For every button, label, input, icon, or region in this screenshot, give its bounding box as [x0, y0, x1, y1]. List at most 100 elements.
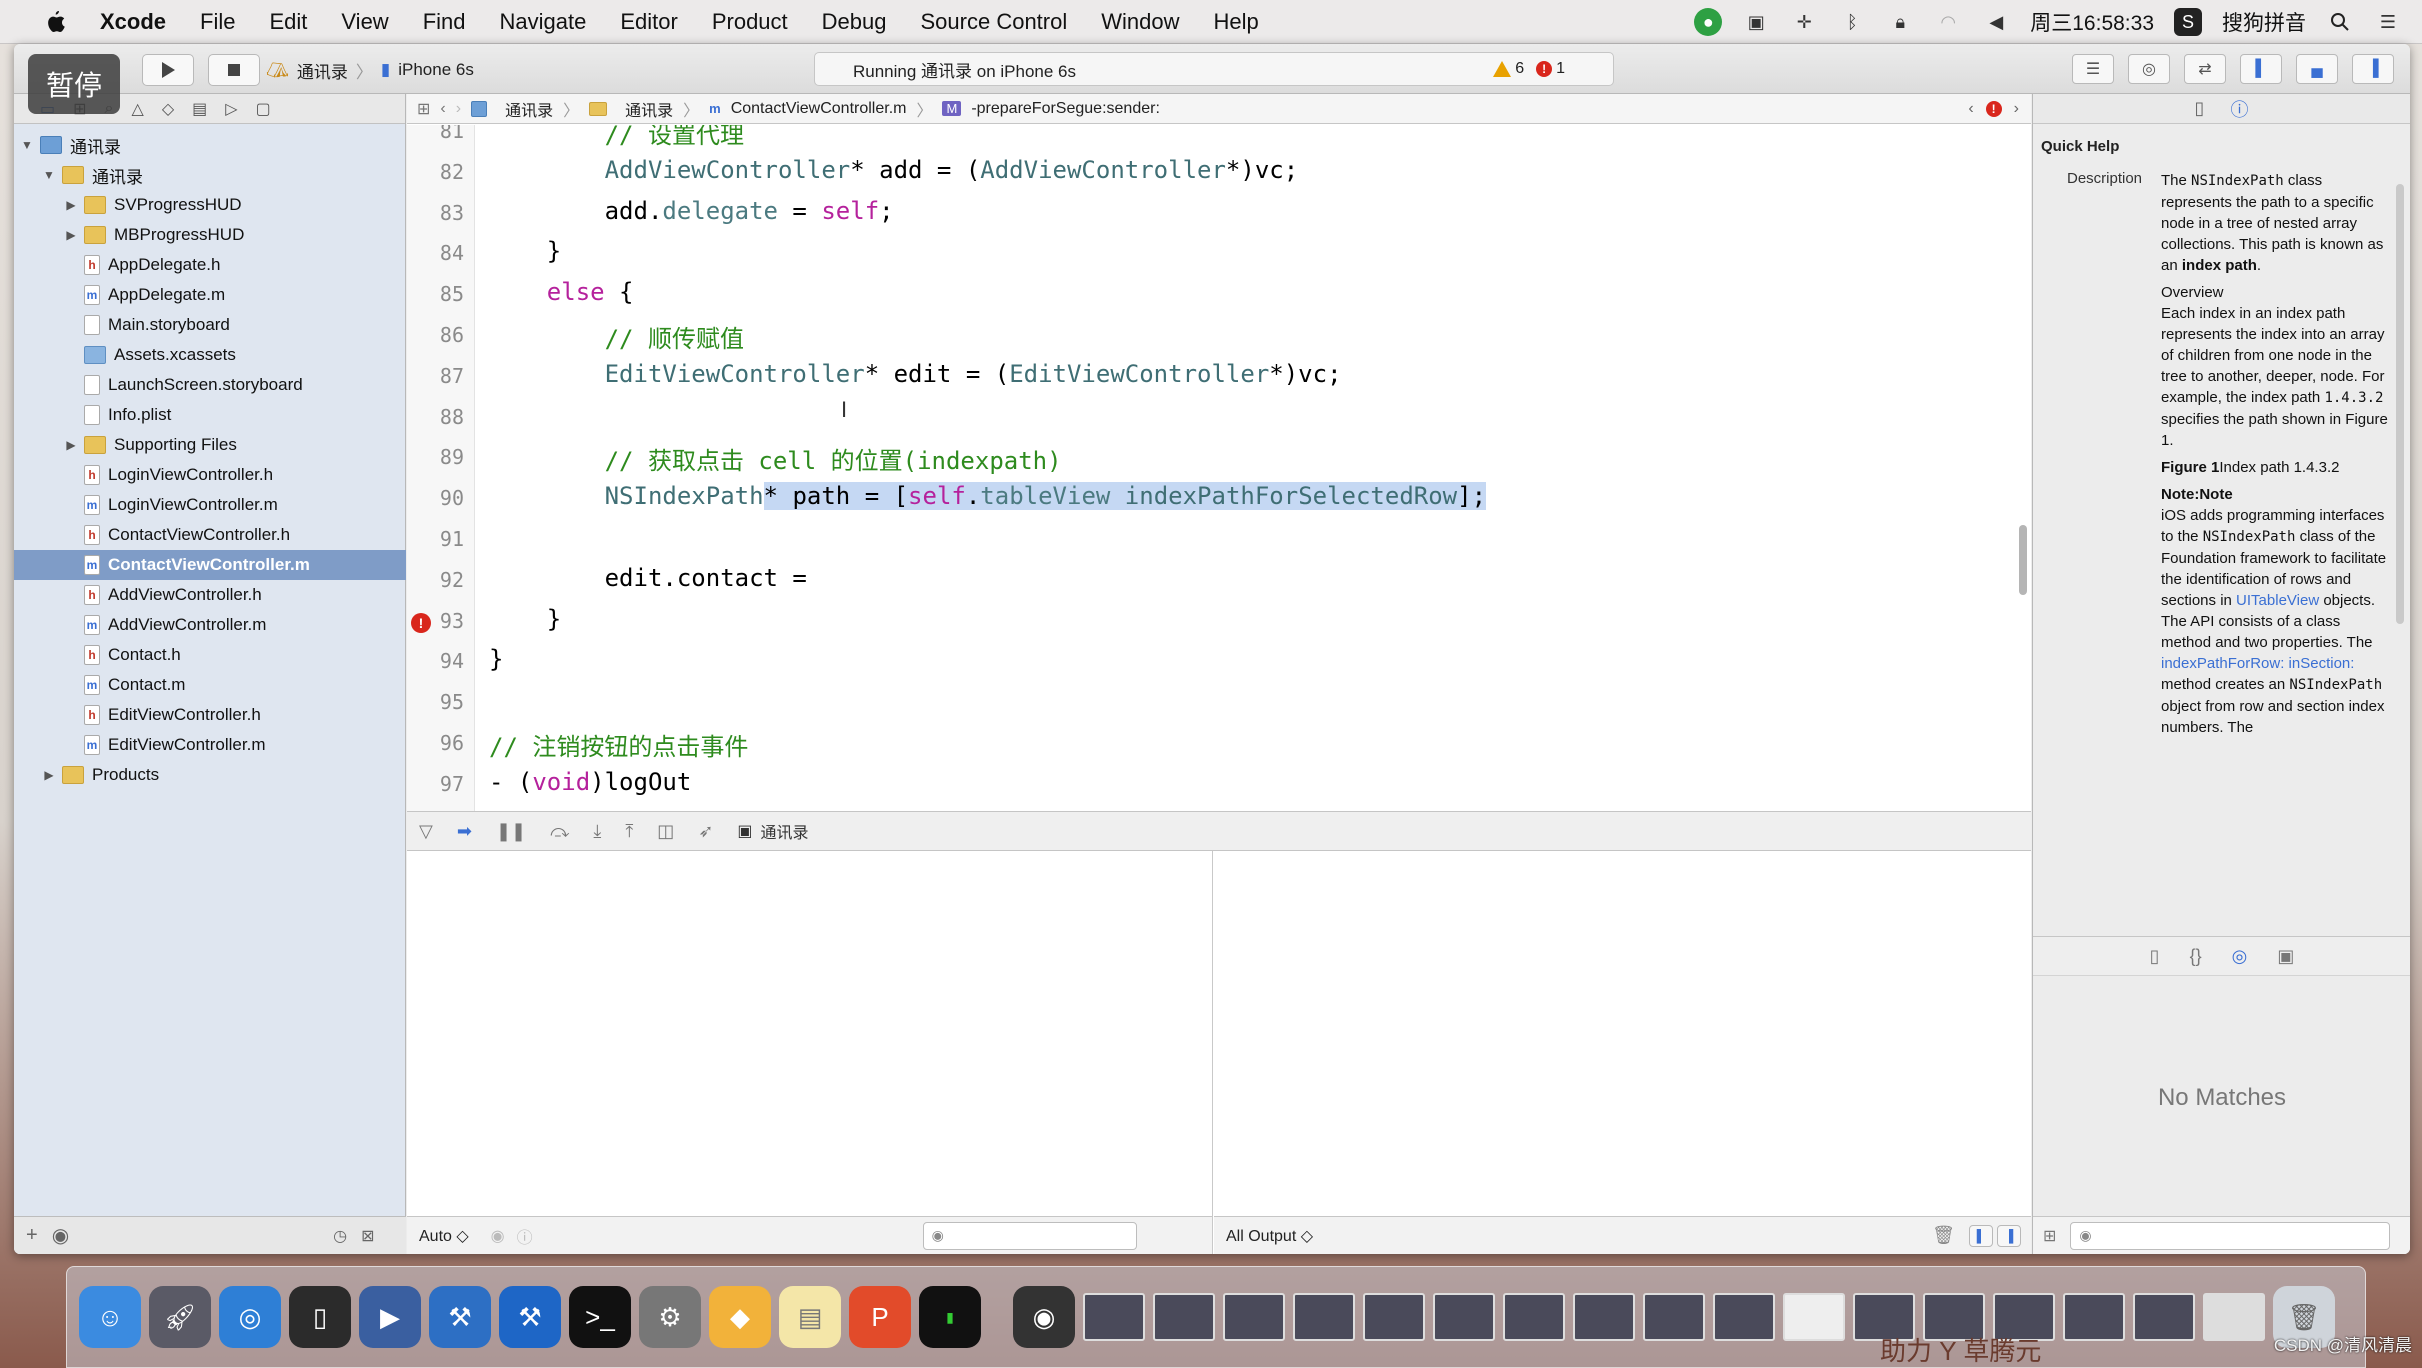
- safari-icon[interactable]: ◎: [219, 1286, 281, 1348]
- scm-filter-icon[interactable]: ⊠: [361, 1226, 374, 1246]
- minimized-window-thumbnail[interactable]: [1573, 1293, 1635, 1341]
- code-line[interactable]: // 注销按钮的点击事件: [489, 727, 748, 762]
- input-method-icon[interactable]: S: [2174, 8, 2202, 36]
- assistant-editor-icon[interactable]: ◎: [2128, 54, 2170, 84]
- editor-scrollbar[interactable]: [2019, 525, 2027, 595]
- menu-app-name[interactable]: Xcode: [100, 9, 166, 35]
- file-row[interactable]: ▶ Supporting Files: [14, 430, 406, 460]
- menu-find[interactable]: Find: [423, 9, 466, 35]
- code-line[interactable]: AddViewController* add = (AddViewControl…: [489, 156, 1299, 184]
- minimized-window-thumbnail[interactable]: [2133, 1293, 2195, 1341]
- wechat-status-icon[interactable]: ●: [1694, 8, 1723, 36]
- filter-icon[interactable]: ◉: [52, 1223, 69, 1248]
- info-icon[interactable]: ⓘ: [517, 1224, 533, 1248]
- xcode-beta-icon[interactable]: ⚒: [499, 1286, 561, 1348]
- notes-icon[interactable]: ▤: [779, 1286, 841, 1348]
- version-editor-icon[interactable]: ⇄: [2184, 54, 2226, 84]
- variables-scope-select[interactable]: Auto ◇: [419, 1226, 469, 1246]
- file-row[interactable]: m EditViewController.m: [14, 730, 406, 760]
- variables-view[interactable]: Auto ◇ ◉ ⓘ ◉: [407, 851, 1213, 1254]
- file-row[interactable]: m AddViewController.m: [14, 610, 406, 640]
- menu-product[interactable]: Product: [712, 9, 788, 35]
- powerpoint-icon[interactable]: P: [849, 1286, 911, 1348]
- forward-arrow-icon[interactable]: ›: [456, 100, 461, 118]
- file-inspector-icon[interactable]: ▯: [2195, 98, 2205, 119]
- minimized-window-thumbnail[interactable]: [1503, 1293, 1565, 1341]
- file-row[interactable]: ▶ Products: [14, 760, 406, 790]
- back-arrow-icon[interactable]: ‹: [440, 100, 445, 118]
- code-line[interactable]: EditViewController* edit = (EditViewCont…: [489, 360, 1342, 388]
- disclosure-open-icon[interactable]: ▼: [20, 138, 34, 152]
- trash-icon[interactable]: 🗑︎: [1932, 1225, 1955, 1246]
- file-row[interactable]: Info.plist: [14, 400, 406, 430]
- file-row[interactable]: h LoginViewController.h: [14, 460, 406, 490]
- toggle-debug-area-icon[interactable]: ▄: [2296, 54, 2338, 84]
- menu-window[interactable]: Window: [1101, 9, 1179, 35]
- breakpoint-navigator-icon[interactable]: ▷: [225, 99, 237, 119]
- standard-editor-icon[interactable]: ☰: [2072, 54, 2114, 84]
- screen-record-icon[interactable]: ▣: [1742, 8, 1770, 36]
- minimized-window-thumbnail[interactable]: [1783, 1293, 1845, 1341]
- process-selector[interactable]: ▣ 通讯录: [737, 819, 808, 843]
- quick-help-scrollbar[interactable]: [2396, 184, 2404, 624]
- step-into-icon[interactable]: ⤓: [593, 821, 601, 842]
- crumb-file[interactable]: ContactViewController.m: [731, 100, 907, 118]
- breakpoints-toggle-icon[interactable]: ➡: [457, 821, 472, 842]
- code-area[interactable]: 81828384858687888990919293!949596979899 …: [407, 125, 2031, 811]
- previous-issue-icon[interactable]: ‹: [1968, 100, 1973, 118]
- code-line[interactable]: }: [489, 605, 561, 633]
- view-debugger-icon[interactable]: ◫: [657, 821, 674, 842]
- show-variables-icon[interactable]: ▌: [1969, 1224, 1993, 1247]
- xcode-icon[interactable]: ⚒: [429, 1286, 491, 1348]
- screenflow-icon[interactable]: ▶: [359, 1286, 421, 1348]
- disclosure-closed-icon[interactable]: ▶: [64, 228, 78, 242]
- code-line[interactable]: // 顺传赋值: [489, 319, 744, 354]
- disclosure-closed-icon[interactable]: ▶: [64, 438, 78, 452]
- menu-view[interactable]: View: [341, 9, 388, 35]
- code-line[interactable]: }: [489, 237, 561, 265]
- recent-files-icon[interactable]: ◷: [333, 1226, 347, 1246]
- add-file-icon[interactable]: +: [26, 1224, 38, 1247]
- file-row[interactable]: h AppDelegate.h: [14, 250, 406, 280]
- file-row[interactable]: Assets.xcassets: [14, 340, 406, 370]
- file-row[interactable]: LaunchScreen.storyboard: [14, 370, 406, 400]
- issue-error-icon[interactable]: !: [1985, 100, 2002, 117]
- menu-clock[interactable]: 周三16:58:33: [2030, 7, 2154, 37]
- code-line[interactable]: - (void)logOut: [489, 768, 691, 796]
- quick-help-icon[interactable]: ⓘ: [2230, 96, 2248, 122]
- error-marker-icon[interactable]: !: [411, 612, 431, 633]
- grid-view-icon[interactable]: ⊞: [2043, 1226, 2056, 1246]
- volume-icon[interactable]: ◀: [1982, 8, 2010, 36]
- code-line[interactable]: else {: [489, 278, 634, 306]
- project-root-row[interactable]: ▼ 通讯录: [14, 130, 406, 160]
- file-row[interactable]: m Contact.m: [14, 670, 406, 700]
- minimized-window-thumbnail[interactable]: [1433, 1293, 1495, 1341]
- console-output-select[interactable]: All Output ◇: [1226, 1226, 1313, 1246]
- file-template-library-icon[interactable]: ▯: [2150, 946, 2160, 967]
- file-row[interactable]: ▶ SVProgressHUD: [14, 190, 406, 220]
- group-row[interactable]: ▼ 通讯录: [14, 160, 406, 190]
- menu-debug[interactable]: Debug: [822, 9, 887, 35]
- minimized-window-thumbnail[interactable]: [1153, 1293, 1215, 1341]
- menu-edit[interactable]: Edit: [269, 9, 307, 35]
- code-line[interactable]: edit.contact =: [489, 564, 807, 592]
- simulate-location-icon[interactable]: ➶: [698, 821, 713, 842]
- minimized-window-thumbnail[interactable]: [1083, 1293, 1145, 1341]
- sketch-icon[interactable]: ◆: [709, 1286, 771, 1348]
- file-row[interactable]: m AppDelegate.m: [14, 280, 406, 310]
- code-snippet-library-icon[interactable]: {}: [2190, 946, 2202, 967]
- hide-debug-area-icon[interactable]: ▽: [419, 821, 433, 842]
- notification-center-icon[interactable]: ☰: [2374, 8, 2402, 36]
- step-out-icon[interactable]: ⤒: [625, 821, 633, 842]
- file-row[interactable]: ▶ MBProgressHUD: [14, 220, 406, 250]
- code-line[interactable]: // 设置代理: [489, 125, 744, 150]
- pause-overlay[interactable]: 暂停: [28, 54, 120, 114]
- menu-help[interactable]: Help: [1214, 9, 1259, 35]
- code-line[interactable]: }: [489, 645, 503, 673]
- media-library-icon[interactable]: ▣: [2277, 946, 2294, 967]
- step-over-icon[interactable]: ⤼: [550, 821, 569, 842]
- move-icon[interactable]: ✛: [1790, 8, 1818, 36]
- menu-editor[interactable]: Editor: [620, 9, 677, 35]
- run-button[interactable]: [142, 54, 194, 86]
- menu-navigate[interactable]: Navigate: [500, 9, 587, 35]
